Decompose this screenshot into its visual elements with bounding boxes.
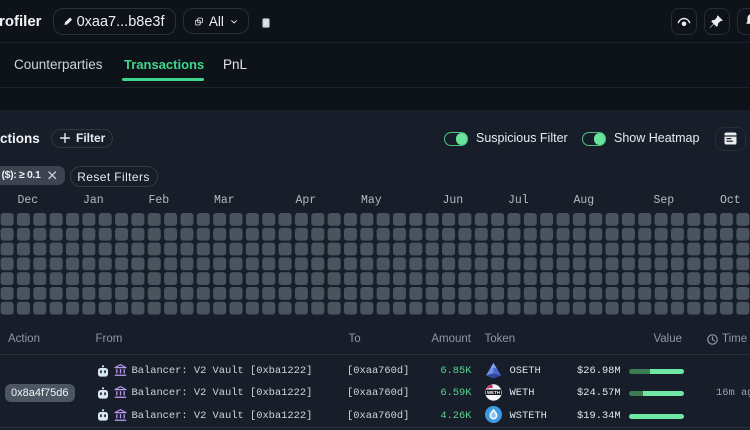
svg-text:WETH: WETH: [487, 389, 500, 394]
